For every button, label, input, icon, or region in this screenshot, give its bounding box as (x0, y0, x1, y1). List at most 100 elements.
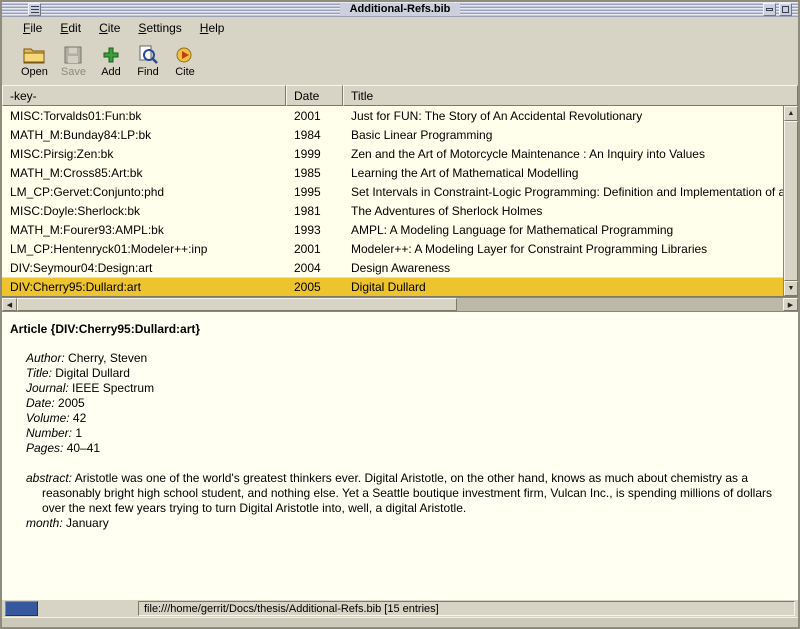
maximize-button[interactable] (779, 3, 792, 16)
cell-key: DIV:Cherry95:Dullard:art (2, 280, 286, 294)
column-header-date[interactable]: Date (286, 85, 343, 106)
arrow-down-icon: ▼ (788, 285, 795, 292)
scroll-up-button[interactable]: ▲ (784, 106, 798, 121)
add-label: Add (101, 66, 121, 78)
menu-item-cite[interactable]: Cite (90, 18, 129, 38)
statusbar: file:///home/gerrit/Docs/thesis/Addition… (2, 600, 798, 617)
table-row[interactable]: DIV:Seymour04:Design:art 2004 Design Awa… (2, 258, 783, 277)
cell-date: 2005 (286, 280, 343, 294)
table-row[interactable]: LM_CP:Hentenryck01:Modeler++:inp 2001 Mo… (2, 239, 783, 258)
status-field: file:///home/gerrit/Docs/thesis/Addition… (138, 601, 795, 616)
entry-fields: Author: Cherry, Steven Title: Digital Du… (26, 351, 788, 456)
cell-key: MATH_M:Cross85:Art:bk (2, 166, 286, 180)
column-header-key[interactable]: -key- (2, 85, 286, 106)
add-plus-icon (102, 43, 120, 66)
cell-title: Basic Linear Programming (343, 128, 783, 142)
status-grip (5, 601, 38, 616)
arrow-left-icon: ◀ (7, 301, 12, 309)
vertical-scrollbar-thumb[interactable] (784, 121, 798, 281)
field-value: Cherry, Steven (68, 351, 147, 365)
field-value: Digital Dullard (55, 366, 130, 380)
field-label: Author: (26, 351, 65, 365)
scroll-left-button[interactable]: ◀ (2, 298, 17, 311)
cell-key: MISC:Pirsig:Zen:bk (2, 147, 286, 161)
table-row[interactable]: MISC:Doyle:Sherlock:bk 1981 The Adventur… (2, 201, 783, 220)
cell-date: 1985 (286, 166, 343, 180)
field-abstract: abstract: Aristotle was one of the world… (26, 471, 786, 516)
horizontal-scrollbar-trough[interactable] (457, 298, 783, 311)
table-row[interactable]: LM_CP:Gervet:Conjunto:phd 1995 Set Inter… (2, 182, 783, 201)
menu-item-settings[interactable]: Settings (129, 18, 190, 38)
cell-date: 2001 (286, 109, 343, 123)
menu-item-file[interactable]: File (14, 18, 51, 38)
titlebar[interactable]: Additional-Refs.bib (2, 2, 798, 17)
field-date: Date: 2005 (26, 396, 788, 411)
table-row[interactable]: MATH_M:Fourer93:AMPL:bk 1993 AMPL: A Mod… (2, 220, 783, 239)
scroll-right-button[interactable]: ▶ (783, 298, 798, 311)
table-header: -key- Date Title (2, 85, 798, 106)
add-button[interactable]: Add (96, 42, 126, 79)
cell-date: 1995 (286, 185, 343, 199)
save-button[interactable]: Save (58, 42, 89, 79)
vertical-scrollbar[interactable]: ▲ ▼ (783, 106, 798, 296)
cell-title: Learning the Art of Mathematical Modelli… (343, 166, 783, 180)
save-label: Save (61, 66, 86, 78)
field-journal: Journal: IEEE Spectrum (26, 381, 788, 396)
horizontal-scrollbar-thumb[interactable] (17, 298, 457, 311)
cite-icon (175, 43, 195, 66)
menu-item-help[interactable]: Help (191, 18, 234, 38)
open-folder-icon (23, 43, 45, 66)
cell-key: MATH_M:Fourer93:AMPL:bk (2, 223, 286, 237)
field-value: IEEE Spectrum (72, 381, 154, 395)
field-volume: Volume: 42 (26, 411, 788, 426)
cell-key: LM_CP:Hentenryck01:Modeler++:inp (2, 242, 286, 256)
find-button[interactable]: Find (133, 42, 163, 79)
field-label: Pages: (26, 441, 63, 455)
table-row[interactable]: MATH_M:Bunday84:LP:bk 1984 Basic Linear … (2, 125, 783, 144)
minimize-button[interactable] (763, 3, 776, 16)
field-author: Author: Cherry, Steven (26, 351, 788, 366)
status-text: file:///home/gerrit/Docs/thesis/Addition… (144, 603, 439, 615)
field-label: Volume: (26, 411, 70, 425)
maximize-icon (782, 6, 789, 13)
column-header-title[interactable]: Title (343, 85, 798, 106)
cite-button[interactable]: Cite (170, 42, 200, 79)
cell-title: Set Intervals in Constraint-Logic Progra… (343, 185, 783, 199)
cell-date: 1984 (286, 128, 343, 142)
cell-title: Digital Dullard (343, 280, 783, 294)
field-label: Title: (26, 366, 52, 380)
arrow-right-icon: ▶ (788, 301, 793, 309)
cell-title: Just for FUN: The Story of An Accidental… (343, 109, 783, 123)
field-label: abstract: (26, 471, 72, 485)
save-floppy-icon (64, 43, 82, 66)
cell-date: 1981 (286, 204, 343, 218)
table-row[interactable]: MISC:Pirsig:Zen:bk 1999 Zen and the Art … (2, 144, 783, 163)
application-window: Additional-Refs.bib File Edit Cite Setti… (0, 0, 800, 629)
cell-title: Zen and the Art of Motorcycle Maintenanc… (343, 147, 783, 161)
horizontal-scrollbar[interactable]: ◀ ▶ (2, 297, 798, 312)
table-row[interactable]: MATH_M:Cross85:Art:bk 1985 Learning the … (2, 163, 783, 182)
window-menu-icon (31, 6, 39, 14)
table-body: MISC:Torvalds01:Fun:bk 2001 Just for FUN… (2, 106, 783, 296)
field-pages: Pages: 40–41 (26, 441, 788, 456)
find-magnifier-icon (138, 43, 158, 66)
cell-title: Modeler++: A Modeling Layer for Constrai… (343, 242, 783, 256)
cell-title: AMPL: A Modeling Language for Mathematic… (343, 223, 783, 237)
open-button[interactable]: Open (18, 42, 51, 79)
menu-item-edit[interactable]: Edit (51, 18, 90, 38)
field-number: Number: 1 (26, 426, 788, 441)
entry-heading: Article {DIV:Cherry95:Dullard:art} (10, 322, 788, 337)
window-menu-button[interactable] (28, 3, 41, 16)
cite-label: Cite (175, 66, 195, 78)
open-label: Open (21, 66, 48, 78)
table-row-selected[interactable]: DIV:Cherry95:Dullard:art 2005 Digital Du… (2, 277, 783, 296)
field-value: January (66, 516, 109, 530)
field-value: 40–41 (67, 441, 100, 455)
minimize-icon (766, 8, 773, 11)
table-row[interactable]: MISC:Torvalds01:Fun:bk 2001 Just for FUN… (2, 106, 783, 125)
cell-title: The Adventures of Sherlock Holmes (343, 204, 783, 218)
scroll-down-button[interactable]: ▼ (784, 281, 798, 296)
find-label: Find (137, 66, 158, 78)
menubar: File Edit Cite Settings Help (2, 17, 798, 39)
window-title: Additional-Refs.bib (340, 3, 461, 16)
